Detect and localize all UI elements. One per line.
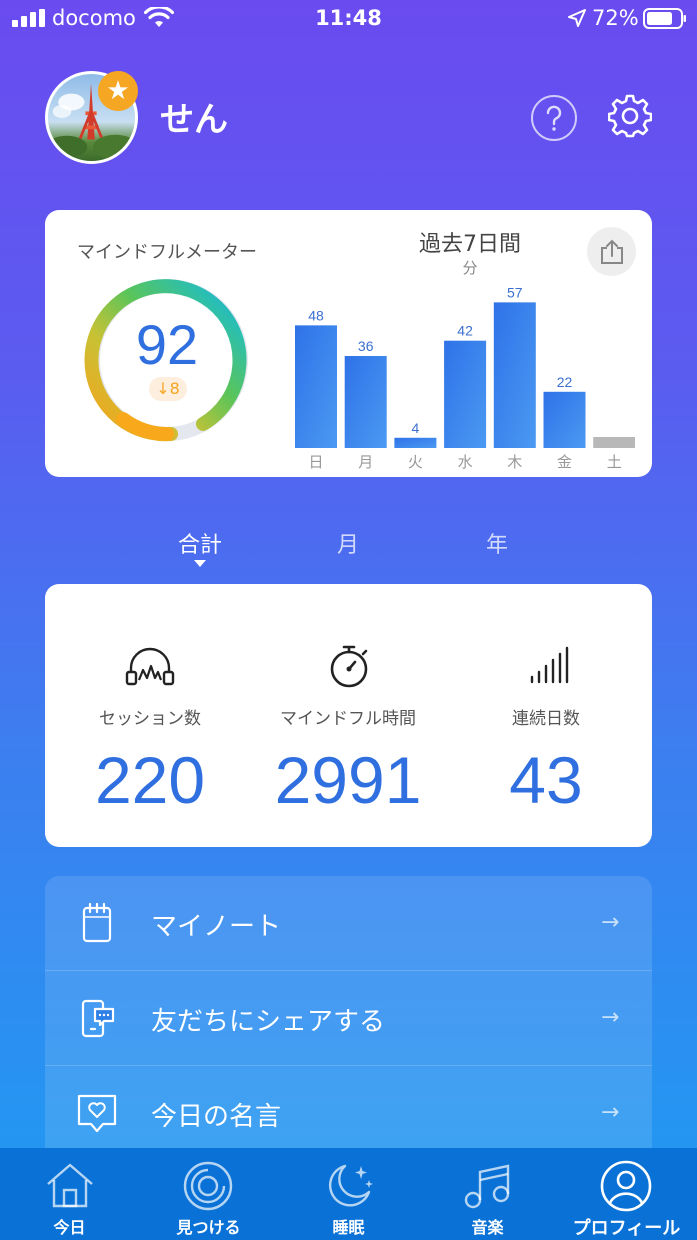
bar-1 xyxy=(344,356,387,448)
period-tabs: 合計 月 年 xyxy=(0,527,697,577)
menu-item-daily-quote[interactable]: 今日の名言 → xyxy=(45,1066,652,1161)
gear-icon[interactable] xyxy=(608,94,652,138)
tabbar-label: 音楽 xyxy=(471,1218,504,1237)
help-icon[interactable] xyxy=(530,94,578,142)
menu-item-share-friends[interactable]: 友だちにシェアする → xyxy=(45,971,652,1066)
category-label-5: 金 xyxy=(557,453,572,471)
mindful-score: 92 xyxy=(135,313,199,376)
bar-value-label-1: 36 xyxy=(358,338,374,354)
battery-percent: 72% xyxy=(592,6,639,30)
category-label-4: 木 xyxy=(507,453,522,471)
home-icon xyxy=(47,1163,93,1208)
moon-icon xyxy=(328,1164,373,1207)
stat-label: マインドフル時間 xyxy=(280,709,416,729)
active-tab-indicator xyxy=(194,560,206,567)
tab-month[interactable]: 月 xyxy=(298,527,398,559)
category-label-3: 水 xyxy=(458,453,473,471)
tab-year[interactable]: 年 xyxy=(447,527,547,559)
meter-title: マインドフルメーター xyxy=(77,242,257,263)
bar-value-label-5: 22 xyxy=(557,374,573,390)
arrow-right-icon: → xyxy=(601,910,620,935)
stat-label: 連続日数 xyxy=(512,709,580,729)
bar-value-label-0: 48 xyxy=(308,307,324,323)
category-label-1: 月 xyxy=(358,453,373,471)
stat-value: 220 xyxy=(94,743,206,817)
stat-value: 43 xyxy=(509,743,583,817)
arrow-right-icon: → xyxy=(601,1005,620,1030)
menu-label: 友だちにシェアする xyxy=(151,1007,386,1037)
tabbar-discover[interactable]: 見つける xyxy=(139,1148,278,1240)
menu-label: マイノート xyxy=(151,912,282,942)
stopwatch-icon xyxy=(330,645,368,688)
tabbar-sleep[interactable]: 睡眠 xyxy=(279,1148,418,1240)
mindful-meter-card: マインドフルメーター 92 ↓8 過去7日間 分 48 日 36 月 4 火 42 水 57 木 2… xyxy=(45,210,652,477)
weekly-bar-chart: 48 日 36 月 4 火 42 水 57 木 22 金 土 xyxy=(295,284,635,471)
phone-chat-icon xyxy=(81,999,115,1038)
target-icon xyxy=(183,1161,233,1211)
bar-0 xyxy=(295,325,337,448)
bar-value-label-3: 42 xyxy=(457,323,473,339)
bar-3 xyxy=(444,340,487,448)
tabbar-profile[interactable]: プロフィール xyxy=(557,1148,696,1240)
headphones-icon xyxy=(125,647,175,686)
profile-icon xyxy=(600,1160,652,1212)
tab-total[interactable]: 合計 xyxy=(150,527,250,559)
bar-6 xyxy=(593,437,635,448)
tabbar-music[interactable]: 音楽 xyxy=(418,1148,557,1240)
bar-value-label-4: 57 xyxy=(507,284,523,300)
score-delta: 8 xyxy=(169,379,180,398)
share-button[interactable] xyxy=(587,227,636,276)
tabbar-today[interactable]: 今日 xyxy=(0,1148,139,1240)
category-label-6: 土 xyxy=(607,453,622,471)
stat-label: セッション数 xyxy=(99,709,201,729)
menu-label: 今日の名言 xyxy=(151,1102,282,1132)
status-bar: docomo 11:48 72% xyxy=(0,0,697,38)
tab-bar: 今日 見つける 睡眠 音楽 プロフィール xyxy=(0,1148,697,1240)
signal-bars-icon xyxy=(530,646,569,684)
user-name: せん xyxy=(160,100,228,140)
music-note-icon xyxy=(464,1164,510,1209)
menu-list: マイノート → 友だちにシェアする → 今日の名言 → xyxy=(45,876,652,1176)
share-icon xyxy=(600,239,623,264)
tabbar-label: プロフィール xyxy=(572,1218,681,1239)
category-label-0: 日 xyxy=(308,453,323,471)
notepad-icon xyxy=(82,902,112,943)
location-arrow-icon xyxy=(568,9,586,27)
bar-2 xyxy=(394,437,437,448)
arrow-right-icon: → xyxy=(601,1100,620,1125)
star-badge: ★ xyxy=(98,71,138,111)
tabbar-label: 睡眠 xyxy=(332,1218,365,1237)
stats-card: セッション数 220 マインドフル時間 2991 連続日数 43 xyxy=(45,584,652,847)
battery-icon xyxy=(643,8,686,29)
heart-speech-icon xyxy=(77,1094,117,1133)
bar-4 xyxy=(493,302,536,448)
period-title: 過去7日間 xyxy=(419,232,521,257)
tabbar-label: 見つける xyxy=(176,1218,241,1237)
menu-item-my-notes[interactable]: マイノート → xyxy=(45,876,652,971)
period-unit: 分 xyxy=(462,259,478,277)
score-delta-badge: ↓8 xyxy=(149,377,187,401)
tabbar-label: 今日 xyxy=(53,1218,86,1237)
arrow-down-icon: ↓ xyxy=(156,379,170,398)
category-label-2: 火 xyxy=(408,453,423,471)
bar-value-label-2: 4 xyxy=(412,420,420,436)
star-icon: ★ xyxy=(106,76,130,106)
bar-5 xyxy=(543,391,586,448)
stat-value: 2991 xyxy=(274,743,422,817)
